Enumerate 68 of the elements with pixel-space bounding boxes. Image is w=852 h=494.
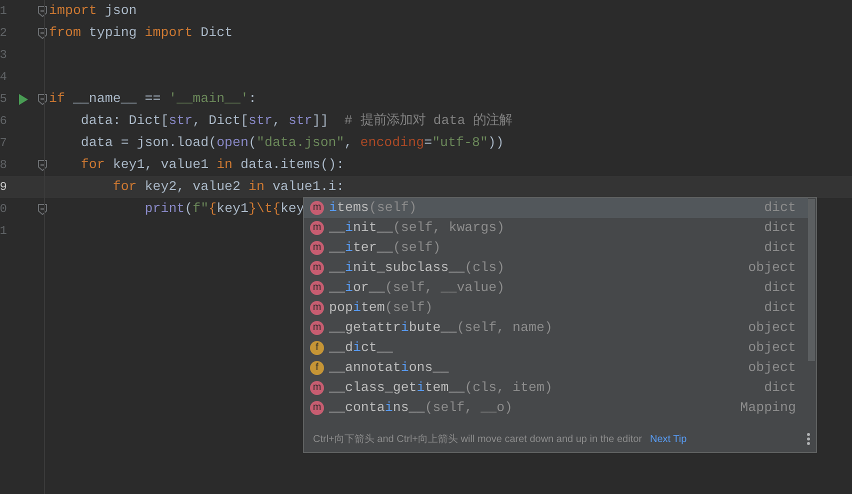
- completion-item[interactable]: m __ior__(self, __value) dict: [304, 278, 808, 298]
- line-number: 2: [0, 25, 7, 42]
- method-icon: m: [310, 241, 324, 255]
- type-label: object: [748, 319, 796, 338]
- field-icon: f: [310, 341, 324, 355]
- method-icon: m: [310, 221, 324, 235]
- completion-name: __iter__(self): [329, 239, 441, 258]
- method-icon: m: [310, 401, 324, 415]
- completion-item[interactable]: m items(self) dict: [304, 198, 808, 218]
- completion-item[interactable]: m __class_getitem__(cls, item) dict: [304, 378, 808, 398]
- line-number: 3: [0, 47, 7, 64]
- type-label: dict: [764, 239, 796, 258]
- line-number: 1: [0, 223, 7, 240]
- more-icon[interactable]: [807, 433, 810, 445]
- type-label: Mapping: [740, 399, 796, 418]
- field-icon: f: [310, 361, 324, 375]
- tip-text: Ctrl+向下箭头 and Ctrl+向上箭头 will move caret down and up in the editor: [313, 432, 642, 446]
- code-line: import json: [49, 2, 137, 20]
- type-label: object: [748, 259, 796, 278]
- line-number: 8: [0, 157, 7, 174]
- line-number: 6: [0, 113, 7, 130]
- method-icon: m: [310, 281, 324, 295]
- code-line: for key1, value1 in data.items():: [80, 156, 344, 174]
- completion-name: __class_getitem__(cls, item): [329, 379, 552, 398]
- completion-item[interactable]: m __getattribute__(self, name) object: [304, 318, 808, 338]
- type-label: object: [748, 339, 796, 358]
- line-number: 4: [0, 69, 7, 86]
- method-icon: m: [310, 261, 324, 275]
- completion-name: __annotations__: [329, 359, 449, 378]
- type-label: dict: [764, 279, 796, 298]
- line-number: 7: [0, 135, 7, 152]
- completion-name: items(self): [329, 199, 417, 218]
- method-icon: m: [310, 301, 324, 315]
- completion-item[interactable]: f __annotations__ object: [304, 358, 808, 378]
- scrollbar-thumb[interactable]: [808, 199, 815, 361]
- line-number: 0: [0, 201, 7, 218]
- code-line: data = json.load(open("data.json", encoding="utf-8")): [80, 134, 504, 152]
- completion-name: __dict__: [329, 339, 393, 358]
- method-icon: m: [310, 201, 324, 215]
- line-number: 5: [0, 91, 7, 108]
- method-icon: m: [310, 321, 324, 335]
- code-line: if __name__ == '__main__':: [49, 90, 256, 108]
- completion-name: __ior__(self, __value): [329, 279, 505, 298]
- run-icon[interactable]: [18, 94, 28, 104]
- type-label: dict: [764, 199, 796, 218]
- completion-item[interactable]: m __init__(self, kwargs) dict: [304, 218, 808, 238]
- completion-item[interactable]: m __contains__(self, __o) Mapping: [304, 398, 808, 418]
- code-line: for key2, value2 in value1.i:: [112, 178, 344, 196]
- completion-item[interactable]: f __dict__ object: [304, 338, 808, 358]
- code-line: print(f"{key1}\t{key: [144, 200, 304, 218]
- completion-item[interactable]: m __init_subclass__(cls) object: [304, 258, 808, 278]
- code-line: from typing import Dict: [49, 24, 233, 42]
- completion-name: __contains__(self, __o): [329, 399, 513, 418]
- line-number: 9: [0, 179, 7, 196]
- next-tip-link[interactable]: Next Tip: [650, 432, 687, 446]
- completion-item[interactable]: m popitem(self) dict: [304, 298, 808, 318]
- completion-name: __init_subclass__(cls): [329, 259, 505, 278]
- method-icon: m: [310, 381, 324, 395]
- type-label: dict: [764, 379, 796, 398]
- type-label: dict: [764, 299, 796, 318]
- code-line: data: Dict[str, Dict[str, str]] # 提前添加对 data 的注解: [80, 112, 512, 130]
- completion-name: __getattribute__(self, name): [329, 319, 552, 338]
- completion-name: __init__(self, kwargs): [329, 219, 505, 238]
- type-label: object: [748, 359, 796, 378]
- type-label: dict: [764, 219, 796, 238]
- completion-item[interactable]: m __iter__(self) dict: [304, 238, 808, 258]
- completion-name: popitem(self): [329, 299, 433, 318]
- line-number: 1: [0, 3, 7, 20]
